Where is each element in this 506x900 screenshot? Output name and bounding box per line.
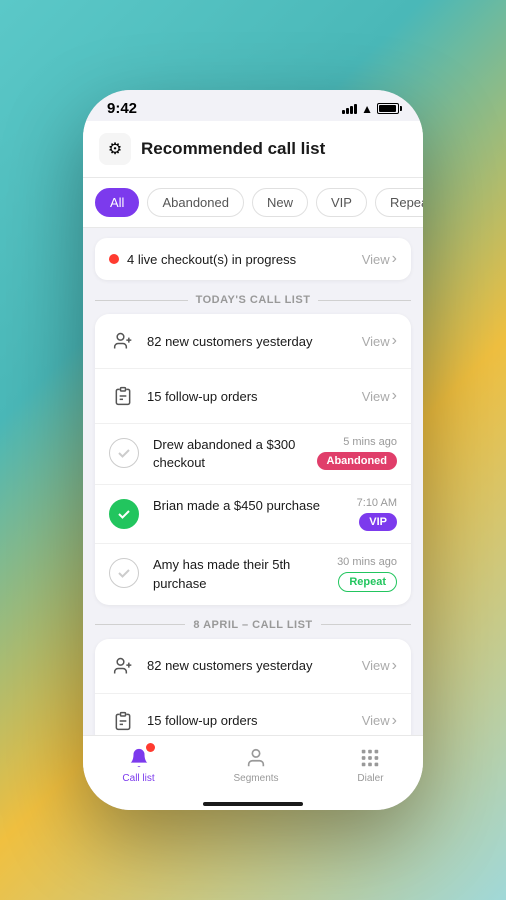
bell-icon (127, 746, 151, 770)
april-follow-up-view-link[interactable]: View (362, 712, 397, 730)
nav-dialer[interactable]: Dialer (341, 744, 399, 786)
live-text: 4 live checkout(s) in progress (127, 252, 296, 267)
april-follow-up-text: 15 follow-up orders (147, 713, 258, 728)
tab-new[interactable]: New (252, 188, 308, 217)
tab-abandoned[interactable]: Abandoned (147, 188, 244, 217)
april-new-customers-text: 82 new customers yesterday (147, 658, 312, 673)
nav-segments-label: Segments (234, 773, 279, 784)
april-section-divider: 8 APRIL – CALL LIST (95, 619, 411, 631)
live-indicator (109, 254, 119, 264)
april-section-label: 8 APRIL – CALL LIST (193, 619, 312, 631)
clipboard-icon (109, 382, 137, 410)
item-title-brian: Brian made a $450 purchase (153, 497, 349, 515)
nav-call-list-label: Call list (122, 773, 154, 784)
new-customers-view-link[interactable]: View (362, 332, 397, 350)
battery-icon (377, 103, 399, 114)
signal-icon (342, 104, 357, 114)
tab-vip[interactable]: VIP (316, 188, 367, 217)
april-call-list-card: 82 new customers yesterday View 15 (95, 639, 411, 735)
item-title-amy: Amy has made their 5th purchase (153, 556, 329, 592)
item-time-amy: 30 mins ago (337, 556, 397, 568)
wifi-icon: ▲ (361, 102, 373, 116)
clipboard-icon-april (109, 707, 137, 735)
list-item: 82 new customers yesterday View (95, 639, 411, 694)
list-item: 15 follow-up orders View (95, 694, 411, 735)
badge-repeat-amy[interactable]: Repeat (338, 572, 397, 592)
tab-all[interactable]: All (95, 188, 139, 217)
list-item: Brian made a $450 purchase 7:10 AM VIP (95, 485, 411, 544)
grid-icon (358, 746, 382, 770)
list-item: Drew abandoned a $300 checkout 5 mins ag… (95, 424, 411, 485)
status-icons: ▲ (342, 102, 399, 116)
nav-call-list[interactable]: Call list (106, 744, 170, 786)
april-new-customers-view-link[interactable]: View (362, 657, 397, 675)
home-indicator (83, 796, 423, 810)
header: ⚙ Recommended call list (83, 121, 423, 178)
nav-segments[interactable]: Segments (218, 744, 295, 786)
person-add-icon (109, 327, 137, 355)
status-bar: 9:42 ▲ (83, 90, 423, 121)
filter-tabs: All Abandoned New VIP Repeat (83, 178, 423, 228)
nav-dialer-label: Dialer (357, 773, 383, 784)
check-circle-brian[interactable] (109, 499, 139, 529)
today-call-list-card: 82 new customers yesterday View 15 (95, 314, 411, 605)
list-item: Amy has made their 5th purchase 30 mins … (95, 544, 411, 604)
follow-up-text: 15 follow-up orders (147, 389, 258, 404)
new-customers-text: 82 new customers yesterday (147, 334, 312, 349)
check-circle-amy[interactable] (109, 558, 139, 588)
tab-repeat[interactable]: Repeat (375, 188, 423, 217)
live-banner: 4 live checkout(s) in progress View (95, 238, 411, 280)
notification-badge (146, 743, 155, 752)
live-view-link[interactable]: View (362, 250, 397, 268)
badge-vip-brian[interactable]: VIP (359, 513, 397, 531)
item-time-brian: 7:10 AM (357, 497, 397, 509)
page-title: Recommended call list (141, 139, 325, 159)
bottom-nav: Call list Segments (83, 735, 423, 796)
today-section-divider: TODAY'S CALL LIST (95, 294, 411, 306)
app-content: ⚙ Recommended call list All Abandoned Ne… (83, 121, 423, 735)
list-item: 82 new customers yesterday View (95, 314, 411, 369)
item-time-drew: 5 mins ago (343, 436, 397, 448)
list-item: 15 follow-up orders View (95, 369, 411, 424)
gear-button[interactable]: ⚙ (99, 133, 131, 165)
item-title-drew: Drew abandoned a $300 checkout (153, 436, 309, 472)
status-time: 9:42 (107, 100, 137, 117)
phone-shell: 9:42 ▲ ⚙ Recommended call list All (83, 90, 423, 810)
person-add-icon-april (109, 652, 137, 680)
badge-abandoned-drew[interactable]: Abandoned (317, 452, 398, 470)
follow-up-view-link[interactable]: View (362, 387, 397, 405)
today-section-label: TODAY'S CALL LIST (196, 294, 311, 306)
person-icon (244, 746, 268, 770)
gear-icon: ⚙ (108, 139, 122, 159)
check-circle-drew[interactable] (109, 438, 139, 468)
